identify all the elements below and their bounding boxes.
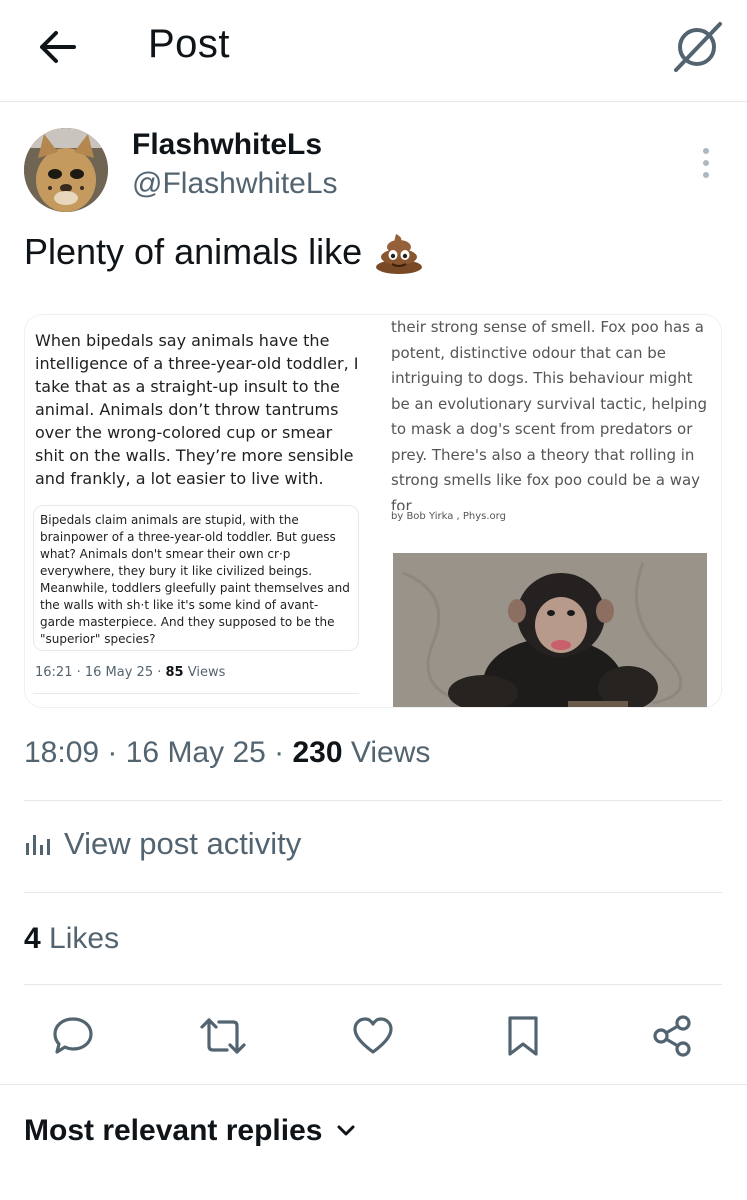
reply-button[interactable]: [45, 1008, 101, 1064]
pile-of-poo-icon: [376, 234, 423, 274]
divider: [0, 1084, 747, 1085]
bar-chart-icon: [26, 835, 50, 855]
view-post-activity-button[interactable]: View post activity: [24, 826, 301, 862]
divider: [24, 800, 722, 801]
divider: [24, 984, 722, 985]
like-icon: [353, 1017, 393, 1054]
like-button[interactable]: [345, 1008, 401, 1064]
grok-icon[interactable]: [670, 20, 724, 74]
article-byline: by Bob Yirka , Phys.org: [391, 511, 506, 522]
arrow-left-icon[interactable]: [34, 24, 80, 70]
replies-sort-button[interactable]: Most relevant replies: [24, 1114, 358, 1148]
quoted-post-meta: 16:21 · 16 May 25 · 85 Views: [35, 665, 226, 680]
post-text: Plenty of animals like: [24, 230, 424, 274]
page-title: Post: [148, 22, 231, 66]
chevron-down-icon: [337, 1125, 355, 1136]
action-bar: [0, 1008, 747, 1068]
likes-count[interactable]: 4 Likes: [24, 922, 119, 956]
bookmark-icon: [508, 1016, 538, 1056]
views-count: 230: [292, 736, 343, 769]
more-options-icon[interactable]: [694, 146, 718, 180]
reply-icon: [53, 1017, 93, 1054]
divider: [24, 892, 722, 893]
quoted-post-text: Bipedals claim animals are stupid, with …: [33, 505, 359, 651]
top-bar: Post: [0, 0, 747, 102]
divider: [33, 693, 359, 694]
user-handle[interactable]: @FlashwhiteLs: [132, 167, 338, 201]
media-image-left[interactable]: When bipedals say animals have the intel…: [25, 315, 369, 707]
post-media[interactable]: When bipedals say animals have the intel…: [24, 314, 722, 708]
share-icon: [653, 1015, 691, 1057]
bookmark-button[interactable]: [495, 1008, 551, 1064]
screenshot-text: When bipedals say animals have the intel…: [35, 331, 359, 488]
repost-button[interactable]: [195, 1008, 251, 1064]
article-text: their strong sense of smell. Fox poo has…: [391, 318, 707, 510]
share-button[interactable]: [644, 1008, 700, 1064]
post-text-content: Plenty of animals like: [24, 231, 363, 272]
display-name[interactable]: FlashwhiteLs: [132, 128, 322, 162]
chimpanzee-photo: [393, 553, 707, 707]
repost-icon: [200, 1018, 246, 1054]
media-image-right[interactable]: their strong sense of smell. Fox poo has…: [377, 315, 721, 707]
avatar[interactable]: [24, 128, 108, 212]
post-timestamp: 18:09 · 16 May 25 · 230 Views: [24, 736, 431, 769]
